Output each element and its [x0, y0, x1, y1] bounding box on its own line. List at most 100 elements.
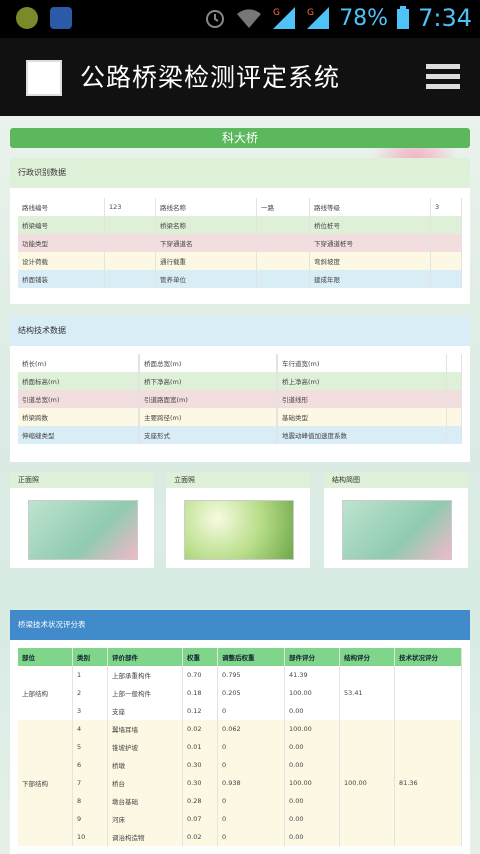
table-cell: 引道线形	[277, 390, 447, 408]
table-cell: 7	[72, 774, 108, 792]
table-cell	[339, 702, 395, 720]
table-cell: 100.00	[284, 774, 340, 792]
sketch-photo-thumbnail[interactable]	[342, 500, 452, 560]
battery-percent: 78%	[339, 5, 389, 31]
table-cell	[18, 810, 73, 828]
table-cell: 0.00	[284, 756, 340, 774]
table-row: 桥面标高(m) 桥下净高(m) 桥上净高(m)	[18, 372, 462, 390]
table-cell	[104, 216, 156, 234]
signal-2-icon: G	[307, 7, 330, 29]
app-title: 公路桥梁检测评定系统	[80, 63, 341, 92]
table-cell: 0.07	[182, 810, 218, 828]
table-row: 3 支座 0.12 0 0.00	[18, 702, 462, 720]
table-cell: 桥长(m)	[18, 354, 139, 372]
table-row: 功能类型 下穿通道名 下穿通道桩号	[18, 234, 462, 252]
table-row: 桥面铺装 管养单位 建成年限	[18, 270, 462, 288]
table-cell: 1	[72, 666, 108, 684]
content-area: 科大桥 行政识别数据 路线编号 123 路线名称 一路 路线等级 3 桥梁编号 …	[0, 116, 480, 854]
admin-data-header: 行政识别数据	[10, 158, 470, 188]
table-cell: 下穿通道桩号	[309, 234, 431, 252]
table-row: 10 调治构造物 0.02 0 0.00	[18, 828, 462, 846]
table-cell: 0.00	[284, 828, 340, 846]
table-cell: 桥梁名称	[155, 216, 257, 234]
table-header-row: 部位 类别 评价部件 权重 调整后权重 部件评分 结构评分 技术状况评分	[18, 648, 462, 666]
table-cell	[446, 354, 462, 372]
menu-icon[interactable]	[426, 62, 462, 92]
table-cell	[339, 720, 395, 738]
table-cell: 桥下净高(m)	[139, 372, 277, 390]
table-cell: 2	[72, 684, 108, 702]
table-cell: 0.70	[182, 666, 218, 684]
table-cell	[18, 756, 73, 774]
table-cell: 0.062	[217, 720, 285, 738]
table-cell	[394, 792, 462, 810]
table-cell: 锥坡护坡	[107, 738, 183, 756]
score-panel: 桥梁技术状况评分表 部位 类别 评价部件 权重 调整后权重 部件评分 结构评分 …	[10, 610, 470, 854]
bridge-name-bar: 科大桥	[10, 128, 470, 148]
table-cell: 0.28	[182, 792, 218, 810]
table-cell: 桥墩	[107, 756, 183, 774]
svg-text:G: G	[307, 8, 314, 18]
table-cell	[430, 216, 462, 234]
table-cell: 翼墙耳墙	[107, 720, 183, 738]
table-row: 路线编号 123 路线名称 一路 路线等级 3	[18, 198, 462, 216]
table-cell	[430, 234, 462, 252]
table-cell	[394, 810, 462, 828]
table-cell: 桥面标高(m)	[18, 372, 139, 390]
cloud-sync-icon	[50, 7, 72, 29]
table-cell: 81.36	[394, 774, 462, 792]
table-cell: 10	[72, 828, 108, 846]
table-cell: 100.00	[339, 774, 395, 792]
table-cell	[446, 408, 462, 426]
table-cell	[394, 738, 462, 756]
column-header: 调整后权重	[217, 648, 285, 666]
score-header: 桥梁技术状况评分表	[10, 610, 470, 640]
table-cell	[394, 756, 462, 774]
table-cell: 0.795	[217, 666, 285, 684]
sketch-photo-panel[interactable]: 结构简图	[324, 472, 468, 568]
table-row: 6 桥墩 0.30 0 0.00	[18, 756, 462, 774]
table-row: 8 墩台基础 0.28 0 0.00	[18, 792, 462, 810]
table-cell: 路线编号	[18, 198, 105, 216]
table-cell: 5	[72, 738, 108, 756]
front-photo-panel[interactable]: 正面照	[10, 472, 154, 568]
table-cell: 0.00	[284, 702, 340, 720]
table-cell	[394, 666, 462, 684]
table-cell	[394, 828, 462, 846]
table-cell	[339, 666, 395, 684]
table-cell	[394, 684, 462, 702]
table-cell: 123	[104, 198, 156, 216]
table-cell	[104, 234, 156, 252]
table-cell: 3	[430, 198, 462, 216]
table-row: 4 翼墙耳墙 0.02 0.062 100.00	[18, 720, 462, 738]
table-cell: 0	[217, 792, 285, 810]
table-row: 上部结构 2 上部一般构件 0.18 0.205 100.00 53.41	[18, 684, 462, 702]
table-cell: 下穿通道名	[155, 234, 257, 252]
table-cell: 桥位桩号	[309, 216, 431, 234]
table-cell: 通行载重	[155, 252, 257, 270]
table-cell: 设计荷载	[18, 252, 105, 270]
elevation-photo-panel[interactable]: 立面照	[166, 472, 310, 568]
elevation-photo-thumbnail[interactable]	[184, 500, 294, 560]
table-cell: 41.39	[284, 666, 340, 684]
notification-app-icon	[16, 7, 38, 29]
status-bar: G G 78% 7:34	[0, 0, 480, 38]
table-cell: 功能类型	[18, 234, 105, 252]
table-cell	[430, 270, 462, 288]
table-cell: 6	[72, 756, 108, 774]
table-cell	[339, 756, 395, 774]
column-header: 技术状况评分	[394, 648, 462, 666]
table-cell	[339, 792, 395, 810]
table-cell: 0.02	[182, 720, 218, 738]
sketch-photo-label: 结构简图	[324, 472, 468, 488]
elevation-photo-label: 立面照	[166, 472, 310, 488]
table-cell: 0	[217, 756, 285, 774]
front-photo-thumbnail[interactable]	[28, 500, 138, 560]
table-cell	[18, 720, 73, 738]
table-cell	[256, 216, 310, 234]
admin-data-table: 路线编号 123 路线名称 一路 路线等级 3 桥梁编号 桥梁名称 桥位桩号 功…	[18, 198, 462, 288]
table-cell: 弯斜坡度	[309, 252, 431, 270]
table-cell: 路线等级	[309, 198, 431, 216]
table-cell: 0.00	[284, 810, 340, 828]
table-cell: 车行道宽(m)	[277, 354, 447, 372]
